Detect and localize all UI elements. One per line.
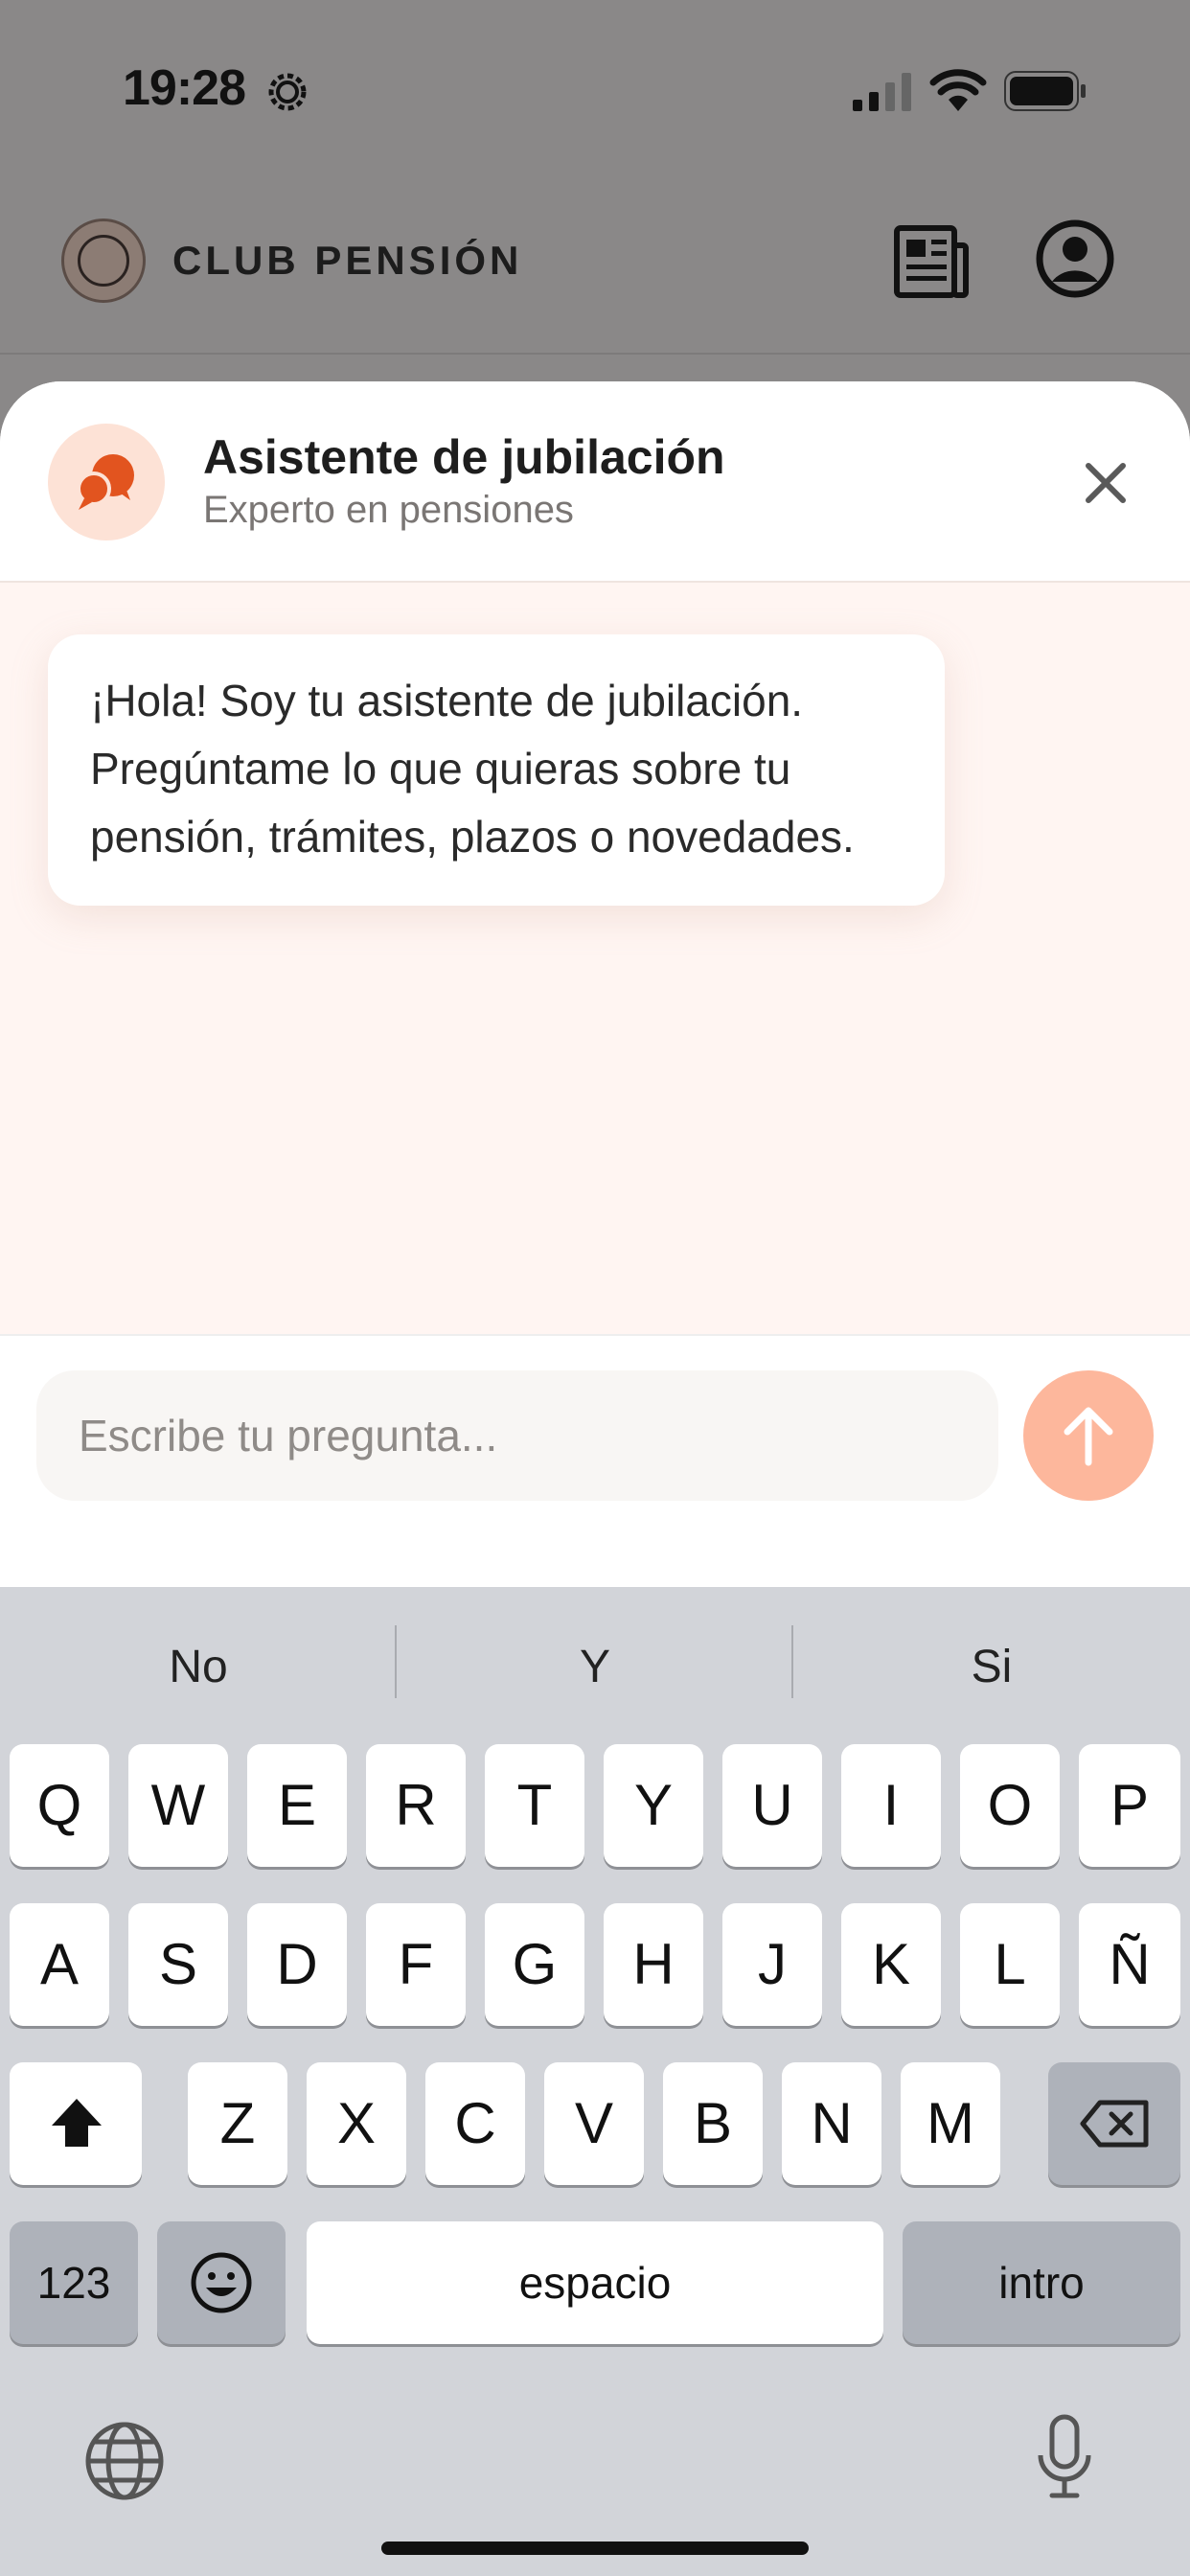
chat-title: Asistente de jubilación bbox=[203, 430, 725, 484]
key-x[interactable]: X bbox=[307, 2062, 406, 2185]
key-b[interactable]: B bbox=[663, 2062, 763, 2185]
status-bar: 19:28 bbox=[0, 0, 1190, 182]
message-list: ¡Hola! Soy tu asistente de jubilación. P… bbox=[0, 583, 1190, 1336]
input-bar bbox=[0, 1336, 1190, 1587]
suggestion-2[interactable]: Y bbox=[397, 1629, 793, 1706]
key-n[interactable]: N bbox=[782, 2062, 881, 2185]
keyboard: No Y Si Q W E R T Y U I O P A S D F G H … bbox=[0, 1587, 1190, 2576]
signal-icon bbox=[853, 73, 911, 111]
numbers-key[interactable]: 123 bbox=[10, 2221, 138, 2344]
backspace-icon bbox=[1080, 2100, 1149, 2148]
suggestion-1[interactable]: No bbox=[0, 1629, 397, 1706]
space-key[interactable]: espacio bbox=[307, 2221, 883, 2344]
battery-icon bbox=[1004, 71, 1086, 111]
key-i[interactable]: I bbox=[841, 1744, 941, 1867]
key-f[interactable]: F bbox=[366, 1903, 466, 2026]
key-t[interactable]: T bbox=[485, 1744, 584, 1867]
globe-icon[interactable] bbox=[84, 2421, 165, 2501]
shift-key[interactable] bbox=[10, 2062, 142, 2185]
key-p[interactable]: P bbox=[1079, 1744, 1180, 1867]
key-a[interactable]: A bbox=[10, 1903, 109, 2026]
key-v[interactable]: V bbox=[544, 2062, 644, 2185]
news-icon[interactable] bbox=[893, 224, 970, 299]
home-indicator[interactable] bbox=[381, 2542, 809, 2555]
status-time: 19:28 bbox=[123, 60, 246, 116]
key-e[interactable]: E bbox=[247, 1744, 347, 1867]
app-header: CLUB PENSIÓN bbox=[0, 182, 1190, 355]
key-m[interactable]: M bbox=[901, 2062, 1000, 2185]
key-z[interactable]: Z bbox=[188, 2062, 287, 2185]
arrow-up-icon bbox=[1064, 1407, 1113, 1466]
key-s[interactable]: S bbox=[128, 1903, 228, 2026]
brand-name: CLUB PENSIÓN bbox=[172, 238, 523, 283]
key-y[interactable]: Y bbox=[604, 1744, 703, 1867]
key-c[interactable]: C bbox=[425, 2062, 525, 2185]
key-q[interactable]: Q bbox=[10, 1744, 109, 1867]
emoji-icon bbox=[191, 2252, 252, 2313]
key-enye[interactable]: Ñ bbox=[1079, 1903, 1180, 2026]
key-g[interactable]: G bbox=[485, 1903, 584, 2026]
suggestion-3[interactable]: Si bbox=[793, 1629, 1190, 1706]
emoji-key[interactable] bbox=[157, 2221, 286, 2344]
close-icon[interactable] bbox=[1079, 456, 1133, 510]
key-d[interactable]: D bbox=[247, 1903, 347, 2026]
return-key[interactable]: intro bbox=[903, 2221, 1180, 2344]
chat-sheet: Asistente de jubilación Experto en pensi… bbox=[0, 381, 1190, 1587]
chat-subtitle: Experto en pensiones bbox=[203, 489, 574, 531]
key-j[interactable]: J bbox=[722, 1903, 822, 2026]
gear-icon bbox=[268, 73, 307, 111]
key-o[interactable]: O bbox=[960, 1744, 1060, 1867]
user-icon[interactable] bbox=[1035, 218, 1115, 299]
club-pension-logo[interactable] bbox=[61, 218, 146, 303]
question-input[interactable] bbox=[36, 1370, 998, 1501]
wifi-icon bbox=[929, 69, 987, 111]
key-r[interactable]: R bbox=[366, 1744, 466, 1867]
delete-key[interactable] bbox=[1048, 2062, 1180, 2185]
assistant-message: ¡Hola! Soy tu asistente de jubilación. P… bbox=[48, 634, 945, 906]
key-h[interactable]: H bbox=[604, 1903, 703, 2026]
message-text: ¡Hola! Soy tu asistente de jubilación. P… bbox=[90, 676, 855, 862]
shift-icon bbox=[52, 2099, 102, 2147]
microphone-icon[interactable] bbox=[1035, 2413, 1094, 2501]
key-l[interactable]: L bbox=[960, 1903, 1060, 2026]
assistant-avatar bbox=[48, 424, 165, 540]
chat-bubbles-icon bbox=[77, 454, 134, 510]
chat-header: Asistente de jubilación Experto en pensi… bbox=[0, 381, 1190, 583]
key-w[interactable]: W bbox=[128, 1744, 228, 1867]
key-u[interactable]: U bbox=[722, 1744, 822, 1867]
send-button[interactable] bbox=[1023, 1370, 1154, 1501]
key-k[interactable]: K bbox=[841, 1903, 941, 2026]
